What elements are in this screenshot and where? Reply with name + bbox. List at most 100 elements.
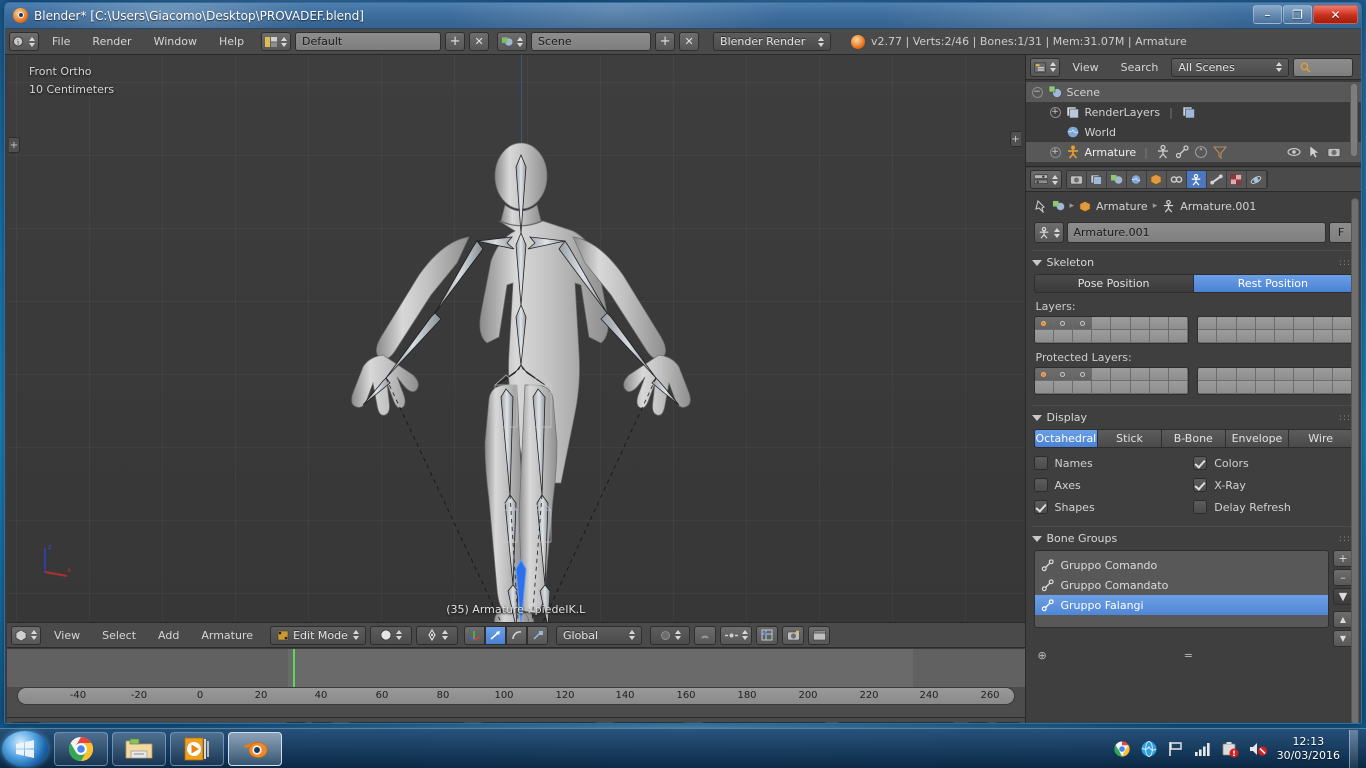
bone-group-item-1[interactable]: Gruppo Comandato	[1035, 575, 1329, 595]
tab-physics[interactable]	[1247, 171, 1267, 188]
outliner-menu-view[interactable]: View	[1064, 58, 1108, 77]
bone-groups-panel-header[interactable]: Bone Groups ::::	[1031, 526, 1355, 546]
protected-layer-26[interactable]	[1217, 381, 1237, 394]
start-button[interactable]	[2, 730, 48, 767]
display-type-bbone[interactable]: B-Bone	[1160, 429, 1225, 448]
screen-layout-field[interactable]: Default	[295, 32, 442, 51]
layer-4[interactable]	[1092, 317, 1112, 330]
renderlayers-expand-toggle[interactable]: +	[1049, 106, 1061, 118]
layer-32[interactable]	[1332, 330, 1352, 343]
3d-viewport[interactable]: Front Ortho 10 Centimeters z x + + (35) …	[7, 55, 1026, 622]
protected-layer-10[interactable]	[1217, 368, 1237, 381]
menu-window[interactable]: Window	[145, 32, 206, 51]
layer-16[interactable]	[1332, 317, 1352, 330]
outliner-row-scene[interactable]: − Scene	[1025, 82, 1361, 102]
display-type-wire[interactable]: Wire	[1288, 429, 1354, 448]
layer-26[interactable]	[1217, 330, 1237, 343]
add-screen-layout-button[interactable]: +	[445, 32, 466, 51]
xray-overlay-button[interactable]	[756, 625, 778, 645]
tab-object[interactable]	[1147, 171, 1167, 188]
chrome-tray-icon[interactable]	[1113, 740, 1131, 758]
names-checkbox[interactable]	[1033, 456, 1048, 470]
taskbar-item-media-player[interactable]	[170, 731, 224, 766]
protected-layer-23[interactable]	[1149, 381, 1170, 394]
tab-object-data[interactable]	[1186, 171, 1207, 188]
current-frame-field[interactable]: ◂ 35 ▸	[606, 722, 691, 723]
layer-3[interactable]	[1072, 317, 1093, 330]
layer-22[interactable]	[1130, 330, 1150, 343]
timeline-canvas[interactable]	[7, 649, 1025, 687]
rest-position-button[interactable]: Rest Position	[1192, 274, 1353, 293]
maximize-button[interactable]: ❐	[1283, 5, 1312, 24]
checkbox-delay-refresh[interactable]: Delay Refresh	[1193, 496, 1353, 518]
layer-2[interactable]	[1053, 317, 1073, 330]
tab-texture[interactable]	[1227, 171, 1247, 188]
protected-layer-31[interactable]	[1313, 381, 1333, 394]
xray-checkbox[interactable]	[1193, 478, 1208, 492]
protected-layer-14[interactable]	[1294, 368, 1314, 381]
protected-layer-3[interactable]	[1072, 368, 1093, 381]
outliner-tree[interactable]: − Scene + RenderLayers | World + Armatur…	[1025, 80, 1362, 162]
translate-manipulator-button[interactable]	[485, 625, 506, 645]
layer-27[interactable]	[1236, 330, 1256, 343]
layer-1[interactable]	[1034, 317, 1054, 330]
bone-group-specials-menu[interactable]: ▼	[1333, 588, 1353, 605]
protected-layer-9[interactable]	[1198, 368, 1218, 381]
properties-editor-type-selector[interactable]	[1029, 170, 1062, 189]
taskbar-clock[interactable]: 12:13 30/03/2016	[1277, 735, 1340, 763]
scale-manipulator-button[interactable]	[527, 625, 548, 645]
outliner-row-renderlayers[interactable]: + RenderLayers |	[1026, 102, 1362, 122]
move-bone-group-down-button[interactable]: ▼	[1333, 630, 1353, 647]
viewport-editor-type-selector[interactable]	[11, 625, 41, 645]
manipulator-toggle[interactable]	[464, 625, 485, 645]
protected-layer-8[interactable]	[1169, 368, 1189, 381]
protected-layer-1[interactable]	[1034, 368, 1054, 381]
bone-groups-add-row-icon[interactable]: ⊕	[1038, 649, 1047, 662]
protected-layer-20[interactable]	[1092, 381, 1112, 394]
protected-layer-4[interactable]	[1092, 368, 1112, 381]
render-engine-selector[interactable]: Blender Render	[713, 32, 832, 51]
interaction-mode-selector[interactable]: Edit Mode	[270, 625, 366, 645]
protected-layer-19[interactable]	[1072, 381, 1093, 394]
protected-layer-7[interactable]	[1149, 368, 1170, 381]
tab-world[interactable]	[1127, 171, 1147, 188]
layer-18[interactable]	[1053, 330, 1073, 343]
outliner-scrollbar[interactable]	[1350, 83, 1358, 157]
outliner-editor-type-selector[interactable]	[1029, 57, 1060, 77]
jump-to-end-button[interactable]: ⏭	[805, 722, 827, 723]
layer-29[interactable]	[1275, 330, 1295, 343]
layer-11[interactable]	[1236, 317, 1256, 330]
network-globe-icon[interactable]	[1140, 740, 1158, 758]
pin-icon[interactable]	[1034, 199, 1047, 213]
bone-group-item-2[interactable]: Gruppo Falangi	[1034, 595, 1328, 615]
screen-layout-icon-button[interactable]	[261, 32, 292, 51]
protected-layer-29[interactable]	[1275, 381, 1295, 394]
breadcrumb-object[interactable]: Armature	[1096, 200, 1148, 213]
flag-icon[interactable]	[1167, 740, 1185, 758]
outliner-menu-search[interactable]: Search	[1112, 58, 1168, 77]
cursor-arrow-icon[interactable]	[1307, 145, 1321, 159]
show-desktop-button[interactable]	[1349, 729, 1358, 768]
display-panel-header[interactable]: Display ::::	[1031, 405, 1355, 425]
timeline-playhead[interactable]	[293, 649, 295, 687]
record-button[interactable]	[966, 722, 989, 723]
viewport-menu-select[interactable]: Select	[93, 626, 145, 645]
layer-7[interactable]	[1149, 317, 1170, 330]
outliner-row-world[interactable]: World	[1026, 122, 1362, 142]
editor-type-selector[interactable]: i	[9, 32, 39, 51]
layer-9[interactable]	[1198, 317, 1218, 330]
rotate-manipulator-button[interactable]	[506, 625, 527, 645]
skeleton-panel-header[interactable]: Skeleton ::::	[1031, 250, 1355, 270]
render-opengl-animation-button[interactable]	[808, 625, 830, 645]
protected-layer-5[interactable]	[1111, 368, 1131, 381]
layer-21[interactable]	[1111, 330, 1131, 343]
timeline-menu-playback[interactable]: Playback	[209, 722, 276, 723]
protected-layer-21[interactable]	[1111, 381, 1131, 394]
camera-icon[interactable]	[1327, 145, 1341, 159]
scene-icon-button[interactable]	[497, 32, 528, 51]
timeline-menu-view[interactable]: View	[45, 722, 89, 723]
protected-layer-32[interactable]	[1332, 381, 1352, 394]
add-scene-button[interactable]: +	[655, 32, 676, 51]
end-frame-field[interactable]: ◂ End: 250 ▸	[474, 722, 603, 723]
layer-19[interactable]	[1072, 330, 1093, 343]
